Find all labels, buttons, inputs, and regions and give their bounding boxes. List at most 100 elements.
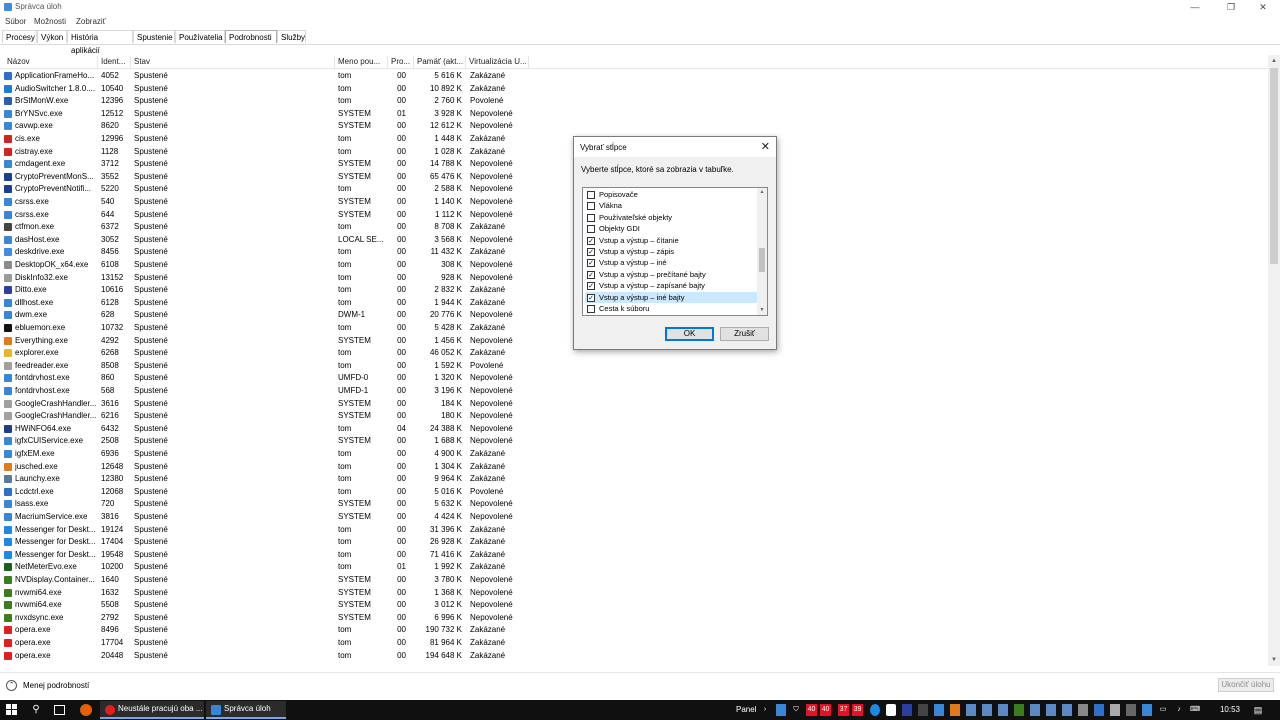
keyboard-icon[interactable]: ⌨ [1190, 704, 1200, 716]
search-icon[interactable]: ⚲ [30, 704, 42, 716]
checklist-item[interactable]: ✓ Vstup a výstup – čítanie [585, 235, 757, 246]
table-row[interactable]: BrStMonW.exe 12396 Spustené tom 00 2 760 K Pov… [0, 95, 1268, 108]
tray-app-icon-7[interactable] [998, 704, 1008, 716]
checkbox-unchecked[interactable] [587, 305, 595, 313]
tab-processes[interactable]: Procesy [2, 30, 37, 43]
tab-users[interactable]: Používatelia [175, 30, 225, 43]
end-task-button[interactable]: Ukončiť úlohu [1218, 678, 1274, 692]
task-view-icon[interactable] [54, 705, 65, 715]
checklist-scroll-down-icon[interactable]: ▼ [757, 307, 767, 313]
taskbar-task-opera[interactable]: Neustále pracujú oba ... [100, 701, 204, 719]
tray-app-icon-13[interactable] [1110, 704, 1120, 716]
checkbox-checked[interactable]: ✓ [587, 282, 595, 291]
checklist-item[interactable]: Používateľské objekty [585, 212, 757, 223]
checklist-item[interactable]: ✓ Vstup a výstup – zápis [585, 246, 757, 257]
table-row[interactable]: nvwmi64.exe 5508 Spustené SYSTEM 00 3 012 K Ne… [0, 599, 1268, 612]
scroll-down-icon[interactable]: ▼ [1268, 654, 1280, 666]
table-row[interactable]: AudioSwitcher 1.8.0.... 10540 Spustené tom 0… [0, 83, 1268, 96]
table-row[interactable]: Lcdctrl.exe 12068 Spustené tom 00 5 016 K Povo… [0, 486, 1268, 499]
checklist-item[interactable]: ✓ Vstup a výstup – iné [585, 257, 757, 268]
checkbox-checked[interactable]: ✓ [587, 259, 595, 268]
checkbox-unchecked[interactable] [587, 225, 595, 234]
column-header-memory[interactable]: Pamäť (akt... [414, 56, 466, 68]
tray-app-icon-3[interactable] [918, 704, 928, 716]
checkbox-unchecked[interactable] [587, 202, 595, 211]
panel-toolbar-label[interactable]: Panel [736, 704, 760, 716]
tab-app-history[interactable]: História aplikácií [67, 30, 133, 55]
checkbox-unchecked[interactable] [587, 213, 595, 222]
tray-app-icon-15[interactable] [1142, 704, 1152, 716]
tray-temperature-1[interactable]: 40 [820, 704, 831, 716]
tray-temperature-0[interactable]: 40 [806, 704, 817, 716]
table-row[interactable]: opera.exe 17704 Spustené tom 00 81 964 K Zakáz… [0, 637, 1268, 650]
dialog-close-icon[interactable]: ✕ [761, 140, 770, 153]
menu-options[interactable]: Možnosti [34, 17, 66, 26]
table-row[interactable]: HWiNFO64.exe 6432 Spustené tom 04 24 388 K Nep… [0, 423, 1268, 436]
network-icon[interactable]: ▭ [1158, 704, 1168, 716]
checklist-item[interactable]: Vlákna [585, 200, 757, 211]
table-row[interactable]: lsass.exe 720 Spustené SYSTEM 00 5 632 K Nepov… [0, 498, 1268, 511]
checkbox-checked[interactable]: ✓ [587, 270, 595, 279]
column-checklist[interactable]: ▲ ▼ Popisovače Vlákna Používateľské objekt… [582, 187, 768, 316]
table-row[interactable]: Messenger for Deskt... 19548 Spustené tom 00… [0, 549, 1268, 562]
cancel-button[interactable]: Zrušiť [720, 327, 769, 341]
tray-messenger-icon[interactable] [870, 704, 880, 716]
menu-view[interactable]: Zobraziť [76, 17, 106, 26]
table-row[interactable]: BrYNSvc.exe 12512 Spustené SYSTEM 01 3 928 K N… [0, 108, 1268, 121]
table-row[interactable]: nvxdsync.exe 2792 Spustené SYSTEM 00 6 996 K N… [0, 612, 1268, 625]
table-row[interactable]: Messenger for Deskt... 17404 Spustené tom 00… [0, 536, 1268, 549]
table-row[interactable]: cavwp.exe 8620 Spustené SYSTEM 00 12 612 K Nep… [0, 120, 1268, 133]
column-header-uac-virtualization[interactable]: Virtualizácia U... [466, 56, 529, 68]
table-row[interactable]: Messenger for Deskt... 19124 Spustené tom 00… [0, 524, 1268, 537]
tray-app-icon-6[interactable] [982, 704, 992, 716]
tray-app-icon-9[interactable] [1046, 704, 1056, 716]
shield-icon[interactable]: ⛉ [791, 704, 801, 716]
table-row[interactable]: opera.exe 8496 Spustené tom 00 190 732 K Zakáz… [0, 624, 1268, 637]
tray-nvidia-icon[interactable] [1014, 704, 1024, 716]
tray-app-icon-14[interactable] [1126, 704, 1136, 716]
checklist-item[interactable]: Cesta k súboru [585, 303, 757, 314]
tray-app-icon-12[interactable] [1094, 704, 1104, 716]
tray-app-icon-2[interactable] [886, 704, 896, 716]
table-row[interactable]: Launchy.exe 12380 Spustené tom 00 9 964 K Zaká… [0, 473, 1268, 486]
checklist-scrollbar-thumb[interactable] [759, 248, 765, 272]
table-row[interactable]: NVDisplay.Container... 1640 Spustené SYSTEM… [0, 574, 1268, 587]
checklist-item[interactable]: ✓ Vstup a výstup – prečítané bajty [585, 269, 757, 280]
column-header-status[interactable]: Stav [131, 56, 335, 68]
checklist-scrollbar[interactable]: ▲ ▼ [757, 188, 767, 315]
tray-chevron-icon[interactable]: › [761, 704, 769, 716]
checklist-scroll-up-icon[interactable]: ▲ [757, 189, 767, 195]
checkbox-unchecked[interactable] [587, 191, 595, 199]
fewer-details-link[interactable]: Menej podrobností [23, 681, 89, 690]
notifications-icon[interactable]: ▤ [1252, 704, 1264, 716]
table-row[interactable]: fontdrvhost.exe 568 Spustené UMFD-1 00 3 196 … [0, 385, 1268, 398]
firefox-icon[interactable] [80, 704, 92, 716]
tab-services[interactable]: Služby [277, 30, 306, 43]
checklist-item[interactable]: Popisovače [585, 189, 757, 200]
checkbox-checked[interactable]: ✓ [587, 236, 595, 245]
taskbar-clock[interactable]: 10:53 [1218, 704, 1242, 716]
scroll-up-icon[interactable]: ▲ [1268, 55, 1280, 67]
table-row[interactable]: ApplicationFrameHo... 4052 Spustené tom 00 5 … [0, 70, 1268, 83]
menu-file[interactable]: Súbor [5, 17, 26, 26]
tray-app-icon-4[interactable] [934, 704, 944, 716]
scrollbar-thumb[interactable] [1270, 68, 1278, 264]
table-row[interactable]: igfxEM.exe 6936 Spustené tom 00 4 900 K Zakáza… [0, 448, 1268, 461]
tray-ditto-icon[interactable] [902, 704, 912, 716]
tray-app-icon-11[interactable] [1078, 704, 1088, 716]
tray-temperature-2[interactable]: 37 [838, 704, 849, 716]
table-row[interactable]: GoogleCrashHandler... 6216 Spustené SYSTEM 0… [0, 410, 1268, 423]
maximize-button[interactable]: ❐ [1214, 0, 1248, 14]
table-row[interactable]: fontdrvhost.exe 860 Spustené UMFD-0 00 1 320 … [0, 372, 1268, 385]
column-header-pid[interactable]: Ident... [98, 56, 131, 68]
checkbox-checked[interactable]: ✓ [587, 293, 595, 302]
close-button[interactable]: ✕ [1246, 0, 1280, 14]
tray-everything-icon[interactable] [950, 704, 960, 716]
tray-app-icon-10[interactable] [1062, 704, 1072, 716]
checkbox-checked[interactable]: ✓ [587, 248, 595, 256]
windows-start-icon[interactable] [6, 704, 18, 716]
table-row[interactable]: feedreader.exe 8508 Spustené tom 00 1 592 K Po… [0, 360, 1268, 373]
table-row[interactable]: GoogleCrashHandler... 3616 Spustené SYSTEM 0… [0, 398, 1268, 411]
checklist-item[interactable]: ✓ Vstup a výstup – zapísané bajty [585, 280, 757, 291]
tab-details[interactable]: Podrobnosti [225, 30, 277, 43]
